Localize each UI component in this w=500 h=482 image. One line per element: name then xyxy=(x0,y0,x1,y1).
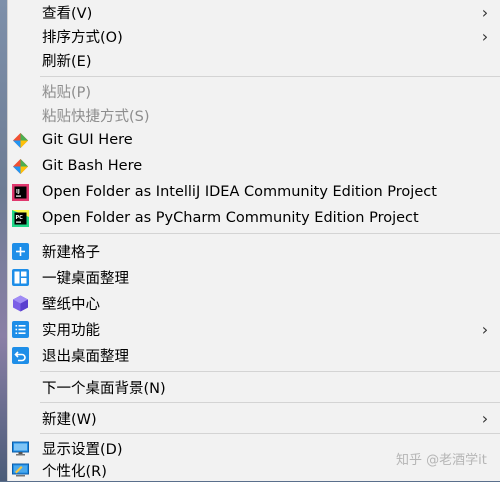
menu-item-utilities[interactable]: 实用功能 › xyxy=(8,317,500,341)
menu-item-git-bash[interactable]: Git Bash Here xyxy=(8,154,500,178)
menu-item-paste: 粘贴(P) xyxy=(8,79,500,103)
menu-item-label: Git Bash Here xyxy=(42,158,143,174)
cube-icon xyxy=(12,295,29,312)
chevron-right-icon: › xyxy=(481,2,489,22)
menu-separator xyxy=(40,402,500,403)
menu-separator xyxy=(40,233,500,234)
menu-separator xyxy=(40,433,500,434)
desktop-background xyxy=(0,0,7,481)
monitor-icon xyxy=(12,440,29,457)
menu-item-label: 新建格子 xyxy=(42,244,100,261)
chevron-right-icon: › xyxy=(481,319,489,339)
svg-text:IJ: IJ xyxy=(16,189,20,195)
menu-item-label: 一键桌面整理 xyxy=(42,270,129,287)
menu-item-new[interactable]: 新建(W) › xyxy=(8,406,500,430)
menu-item-next-background[interactable]: 下一个桌面背景(N) xyxy=(8,375,500,399)
intellij-icon: IJ xyxy=(12,183,29,201)
chevron-right-icon: › xyxy=(481,408,489,428)
menu-item-sort[interactable]: 排序方式(O) › xyxy=(8,24,500,48)
menu-item-label: 退出桌面整理 xyxy=(42,348,129,365)
desktop-context-menu: 查看(V) › 排序方式(O) › 刷新(E) 粘贴(P) 粘贴快捷方式(S) … xyxy=(7,0,500,481)
menu-item-label: 显示设置(D) xyxy=(42,441,123,458)
git-icon xyxy=(12,132,29,149)
menu-separator xyxy=(40,76,500,77)
menu-item-label: 刷新(E) xyxy=(42,53,92,70)
menu-item-exit-organize[interactable]: 退出桌面整理 xyxy=(8,343,500,367)
menu-item-open-intellij[interactable]: IJ Open Folder as IntelliJ IDEA Communit… xyxy=(8,180,500,204)
menu-item-wallpaper-center[interactable]: 壁纸中心 xyxy=(8,291,500,315)
git-icon xyxy=(12,158,29,175)
watermark: 知乎 @老酒学it xyxy=(396,453,487,468)
menu-item-label: Open Folder as IntelliJ IDEA Community E… xyxy=(42,184,437,200)
grid-icon xyxy=(12,268,29,286)
menu-item-label: 下一个桌面背景(N) xyxy=(42,380,166,397)
menu-separator xyxy=(40,371,500,372)
menu-item-label: 个性化(R) xyxy=(42,463,107,480)
menu-item-view[interactable]: 查看(V) › xyxy=(8,0,500,24)
menu-item-one-click-organize[interactable]: 一键桌面整理 xyxy=(8,265,500,289)
exit-icon xyxy=(12,346,29,364)
menu-item-label: 查看(V) xyxy=(42,5,93,22)
menu-item-paste-shortcut: 粘贴快捷方式(S) xyxy=(8,103,500,127)
menu-item-open-pycharm[interactable]: PC Open Folder as PyCharm Community Edit… xyxy=(8,206,500,230)
menu-item-label: 壁纸中心 xyxy=(42,296,100,313)
menu-item-git-gui[interactable]: Git GUI Here xyxy=(8,128,500,152)
menu-item-new-grid[interactable]: 新建格子 xyxy=(8,239,500,263)
menu-item-label: 实用功能 xyxy=(42,322,100,339)
chevron-right-icon: › xyxy=(481,26,489,46)
menu-item-label: 粘贴(P) xyxy=(42,84,92,101)
menu-item-refresh[interactable]: 刷新(E) xyxy=(8,48,500,72)
svg-text:PC: PC xyxy=(16,215,24,221)
menu-item-label: Open Folder as PyCharm Community Edition… xyxy=(42,210,419,226)
plus-icon xyxy=(12,242,29,260)
menu-item-label: 排序方式(O) xyxy=(42,29,123,46)
menu-item-label: Git GUI Here xyxy=(42,132,133,148)
list-icon xyxy=(12,320,29,338)
pycharm-icon: PC xyxy=(12,209,29,227)
menu-item-label: 新建(W) xyxy=(42,411,97,428)
personalize-icon xyxy=(12,462,29,479)
menu-item-label: 粘贴快捷方式(S) xyxy=(42,108,150,125)
